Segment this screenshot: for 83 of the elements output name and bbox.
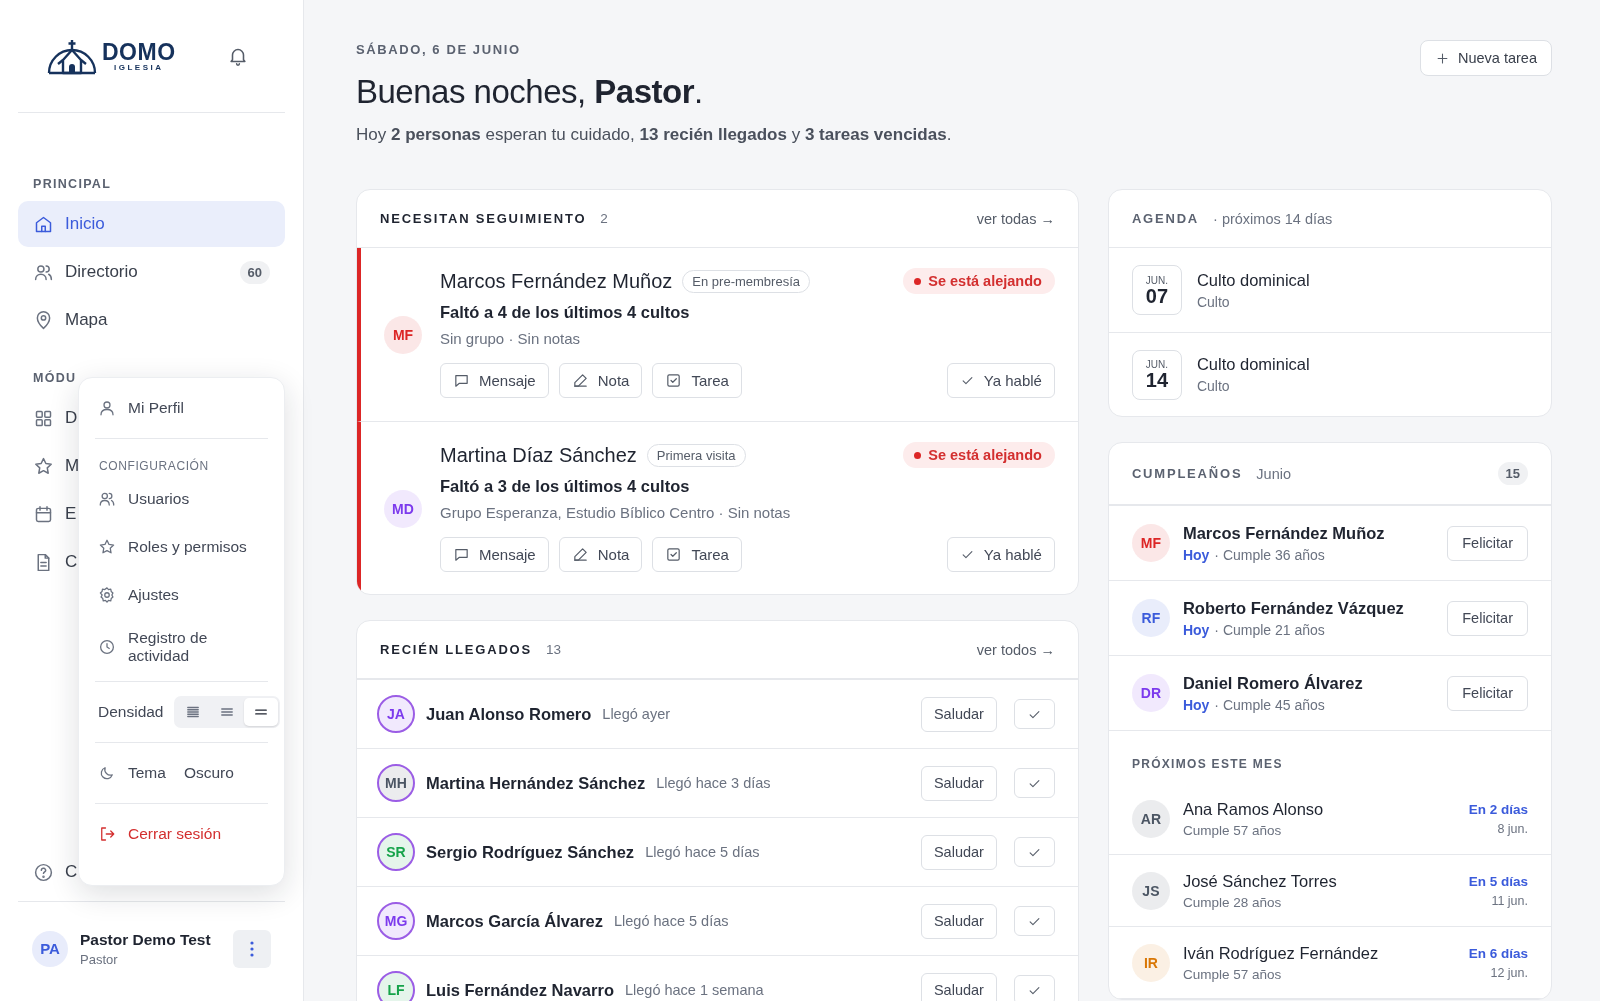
avatar: RF: [1131, 599, 1170, 637]
person-name: Sergio Rodríguez Sánchez: [426, 842, 635, 862]
age-text: · Cumple 45 años: [1214, 696, 1325, 713]
age-text: Cumple 57 años: [1182, 822, 1283, 838]
avatar: MH: [377, 764, 415, 802]
count-badge: 15: [1497, 462, 1528, 485]
event-title: Culto dominical: [1196, 270, 1310, 290]
card-subtitle: · próximos 14 días: [1213, 210, 1334, 227]
logo-text: DOMO: [102, 40, 176, 63]
person-name: Marcos Fernández Muñoz: [440, 269, 673, 293]
age-text: · Cumple 36 años: [1214, 546, 1325, 563]
avatar: SR: [377, 833, 415, 871]
person-name: José Sánchez Torres: [1182, 871, 1338, 891]
count: 13: [545, 642, 561, 657]
age-text: · Cumple 21 años: [1214, 621, 1325, 638]
days-left: En 5 días: [1468, 873, 1528, 889]
today-label: Hoy: [1182, 696, 1210, 713]
today-label: Hoy: [1182, 546, 1210, 563]
user-role: Pastor: [80, 951, 119, 967]
person-name: Marcos García Álvarez: [426, 911, 603, 931]
days-left: En 6 días: [1468, 945, 1528, 961]
section-heading: MÓDU: [32, 371, 78, 385]
avatar: MF: [384, 316, 422, 354]
birthday-date: 8 jun.: [1497, 821, 1528, 836]
date-label: SÁBADO, 6 DE JUNIO: [356, 42, 522, 57]
section-heading: PRÓXIMOS ESTE MES: [1108, 730, 1551, 783]
arrival-text: Llegó hace 3 días: [656, 775, 772, 791]
event-type: Culto: [1196, 378, 1231, 394]
logo-subtitle: IGLESIA: [114, 62, 164, 72]
person-name: Daniel Romero Álvarez: [1182, 673, 1364, 693]
day-number: 07: [1145, 285, 1169, 306]
month-label: JUN.: [1145, 274, 1168, 286]
count-badge: 60: [239, 260, 270, 284]
user-name: Pastor Demo Test: [80, 930, 212, 949]
avatar: PA: [32, 930, 68, 967]
absence-text: Faltó a 4 de los últimos 4 cultos: [440, 303, 691, 322]
person-name: Roberto Fernández Vázquez: [1182, 598, 1405, 618]
avatar: MD: [384, 490, 422, 528]
greeting: Buenas noches, Pastor.: [356, 73, 704, 111]
arrival-text: Llegó hace 5 días: [614, 913, 730, 929]
card-title: CUMPLEAÑOS: [1131, 466, 1243, 481]
day-number: 14: [1145, 370, 1169, 390]
today-label: Hoy: [1182, 621, 1210, 638]
menu-section-heading: CONFIGURACIÓN: [98, 457, 210, 475]
avatar: LF: [377, 971, 415, 1001]
birthday-date: 11 jun.: [1491, 893, 1528, 908]
avatar: JA: [377, 695, 415, 733]
avatar: IR: [1131, 943, 1170, 982]
card-title: RECIÉN LLEGADOS: [380, 642, 532, 657]
person-name: Luis Fernández Navarro: [426, 980, 614, 1000]
card-title: AGENDA: [1131, 211, 1200, 226]
card-title: NECESITAN SEGUIMIENTO: [380, 211, 587, 226]
summary-text: Hoy 2 personas esperan tu cuidado, 13 recién llegados y 3 tareas vencidas.: [356, 125, 952, 145]
days-left: En 2 días: [1468, 801, 1528, 817]
count: 2: [600, 211, 608, 226]
month-label: JUN.: [1145, 359, 1168, 370]
avatar: DR: [1131, 674, 1170, 712]
avatar: MG: [377, 902, 415, 940]
event-title: Culto dominical: [1196, 355, 1310, 374]
age-text: Cumple 57 años: [1182, 966, 1283, 982]
section-heading: PRINCIPAL: [32, 177, 113, 191]
details-text: Grupo Esperanza, Estudio Bíblico Centro · Sin notas: [440, 504, 792, 521]
density-label: Densidad: [98, 703, 164, 721]
avatar: MF: [1131, 524, 1170, 562]
person-name: Martina Hernández Sánchez: [426, 773, 646, 793]
avatar: JS: [1131, 871, 1170, 910]
alert-badge: Se está alejando: [903, 442, 1055, 468]
person-name: Marcos Fernández Muñoz: [1182, 523, 1386, 543]
person-name: Ana Ramos Alonso: [1182, 799, 1325, 819]
arrival-text: Llegó hace 1 semana: [625, 982, 765, 998]
birthday-date: 12 jun.: [1490, 965, 1528, 980]
card-subtitle: Junio: [1256, 465, 1293, 482]
event-type: Culto: [1196, 293, 1231, 310]
arrival-text: Llegó hace 5 días: [645, 844, 761, 860]
person-name: Juan Alonso Romero: [426, 704, 592, 724]
person-name: Martina Díaz Sánchez: [440, 443, 637, 467]
absence-text: Faltó a 3 de los últimos 4 cultos: [440, 477, 691, 496]
avatar: AR: [1131, 799, 1170, 838]
age-text: Cumple 28 años: [1182, 894, 1283, 910]
arrival-text: Llegó ayer: [602, 706, 672, 722]
person-name: Iván Rodríguez Fernández: [1182, 943, 1380, 963]
details-text: Sin grupo · Sin notas: [440, 330, 582, 347]
alert-badge: Se está alejando: [903, 268, 1055, 294]
